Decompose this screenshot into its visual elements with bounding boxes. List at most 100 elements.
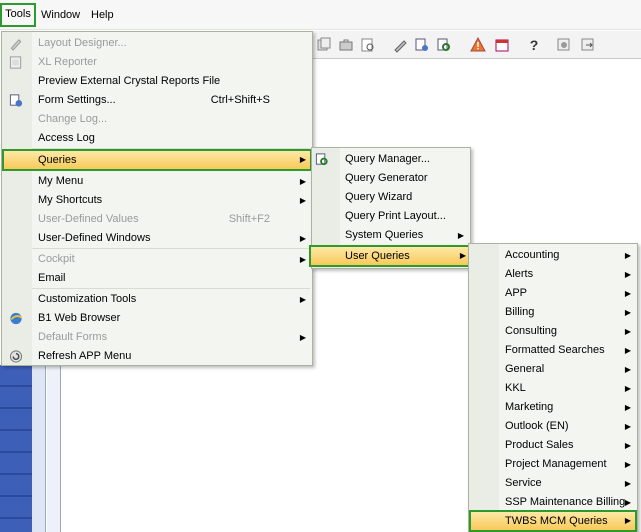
menu-item-form-settings[interactable]: Form Settings... Ctrl+Shift+S (2, 91, 312, 110)
menu-item-xl-reporter[interactable]: XL Reporter (2, 53, 312, 72)
submenu-arrow-icon: ▶ (299, 295, 306, 304)
menu-item-customization-tools[interactable]: Customization Tools ▶ (2, 290, 312, 309)
submenu-arrow-icon: ▶ (459, 251, 466, 260)
submenu-arrow-icon: ▶ (624, 460, 631, 469)
menu-item-layout-designer[interactable]: Layout Designer... (2, 34, 312, 53)
menu-item-label: Project Management (505, 458, 607, 470)
menu-item-project-management[interactable]: Project Management ▶ (469, 455, 637, 474)
menu-item-user-queries[interactable]: User Queries ▶ (309, 245, 472, 267)
menu-item-app[interactable]: APP ▶ (469, 284, 637, 303)
menu-item-label: Query Generator (345, 172, 428, 184)
menu-item-query-generator[interactable]: Query Generator (312, 169, 470, 188)
menu-item-my-shortcuts[interactable]: My Shortcuts ▶ (2, 191, 312, 210)
menu-item-user-defined-windows[interactable]: User-Defined Windows ▶ (2, 229, 312, 248)
menu-item-billing[interactable]: Billing ▶ (469, 303, 637, 322)
menu-separator (32, 248, 310, 249)
submenu-arrow-icon: ▶ (624, 327, 631, 336)
menu-item-twbs-mcm-queries[interactable]: TWBS MCM Queries ▶ (469, 510, 637, 532)
menu-item-accounting[interactable]: Accounting ▶ (469, 246, 637, 265)
menu-item-queries[interactable]: Queries ▶ (2, 149, 312, 171)
submenu-arrow-icon: ▶ (624, 384, 631, 393)
menu-item-refresh-app-menu[interactable]: Refresh APP Menu (2, 347, 312, 366)
menu-item-label: Outlook (EN) (505, 420, 569, 432)
menu-item-label: Service (505, 477, 542, 489)
menu-item-alerts[interactable]: Alerts ▶ (469, 265, 637, 284)
export-icon[interactable] (580, 37, 596, 53)
menu-item-consulting[interactable]: Consulting ▶ (469, 322, 637, 341)
copy-icon[interactable] (316, 37, 332, 53)
menu-item-default-forms[interactable]: Default Forms ▶ (2, 328, 312, 347)
menu-item-label: Billing (505, 306, 535, 318)
submenu-arrow-icon: ▶ (299, 196, 306, 205)
briefcase-icon[interactable] (338, 37, 354, 53)
calendar-icon[interactable] (494, 37, 510, 53)
menu-item-query-wizard[interactable]: Query Wizard (312, 188, 470, 207)
menu-item-label: System Queries (345, 229, 424, 241)
menu-item-email[interactable]: Email (2, 269, 312, 288)
menu-tools[interactable]: Tools (0, 3, 36, 27)
menu-item-label: User Queries (345, 250, 410, 262)
menu-item-label: Layout Designer... (38, 37, 127, 49)
menu-item-user-defined-values[interactable]: User-Defined Values Shift+F2 (2, 210, 312, 229)
submenu-arrow-icon: ▶ (624, 516, 631, 525)
menu-item-label: Query Wizard (345, 191, 413, 203)
menu-item-my-menu[interactable]: My Menu ▶ (2, 172, 312, 191)
menu-item-label: Change Log... (38, 113, 108, 125)
menu-item-label: Alerts (505, 268, 534, 280)
menu-item-label: Formatted Searches (505, 344, 605, 356)
submenu-arrow-icon: ▶ (624, 365, 631, 374)
menu-item-shortcut: Ctrl+Shift+S (210, 94, 270, 106)
submenu-arrow-icon: ▶ (624, 346, 631, 355)
form-settings-icon (9, 94, 23, 107)
menu-item-label: Access Log (38, 132, 95, 144)
side-panel-divider (47, 365, 61, 532)
menu-item-label: Refresh APP Menu (38, 350, 132, 362)
menu-item-label: KKL (505, 382, 526, 394)
menu-item-outlook-en[interactable]: Outlook (EN) ▶ (469, 417, 637, 436)
pen-icon[interactable] (392, 37, 408, 53)
browser-icon (10, 312, 23, 325)
menu-item-label: Marketing (505, 401, 554, 413)
menu-item-kkl[interactable]: KKL ▶ (469, 379, 637, 398)
menu-item-preview-crystal[interactable]: Preview External Crystal Reports File (2, 72, 312, 91)
refresh-icon (9, 350, 23, 363)
query-icon[interactable] (436, 37, 452, 53)
settings-icon[interactable] (556, 37, 572, 53)
pencil-icon (10, 39, 22, 51)
menu-item-query-manager[interactable]: Query Manager... (312, 150, 470, 169)
menu-item-query-print-layout[interactable]: Query Print Layout... (312, 207, 470, 226)
submenu-arrow-icon: ▶ (457, 231, 464, 240)
menu-item-service[interactable]: Service ▶ (469, 474, 637, 493)
help-icon[interactable]: ? (526, 37, 542, 53)
menu-item-system-queries[interactable]: System Queries ▶ (312, 226, 470, 245)
menu-window[interactable]: Window (38, 4, 83, 26)
submenu-arrow-icon: ▶ (299, 155, 306, 164)
menu-item-label: Preview External Crystal Reports File (38, 75, 221, 87)
menu-item-label: User-Defined Values (38, 213, 139, 225)
menu-item-label: My Menu (38, 175, 84, 187)
menu-item-general[interactable]: General ▶ (469, 360, 637, 379)
user-queries-menu: Accounting ▶ Alerts ▶ APP ▶ Billing ▶ Consul… (468, 243, 638, 532)
menu-item-label: Query Print Layout... (345, 210, 446, 222)
form-settings-icon[interactable] (414, 37, 430, 53)
menu-help[interactable]: Help (88, 4, 117, 26)
queries-menu: Query Manager... Query Generator Query W… (309, 147, 472, 269)
menu-item-marketing[interactable]: Marketing ▶ (469, 398, 637, 417)
menu-item-product-sales[interactable]: Product Sales ▶ (469, 436, 637, 455)
menu-item-label: B1 Web Browser (38, 312, 121, 324)
menu-bar: Tools Window Help (0, 0, 641, 30)
menu-item-access-log[interactable]: Access Log (2, 129, 312, 148)
menu-item-label: General (505, 363, 545, 375)
menu-item-label: My Shortcuts (38, 194, 103, 206)
menu-item-cockpit[interactable]: Cockpit ▶ (2, 250, 312, 269)
menu-item-b1-web-browser[interactable]: B1 Web Browser (2, 309, 312, 328)
menu-separator (32, 288, 310, 289)
menu-item-label: Email (38, 272, 66, 284)
warning-icon[interactable] (470, 37, 486, 53)
menu-item-shortcut: Shift+F2 (228, 213, 270, 225)
menu-item-formatted-searches[interactable]: Formatted Searches ▶ (469, 341, 637, 360)
submenu-arrow-icon: ▶ (299, 177, 306, 186)
print-preview-icon[interactable] (360, 37, 376, 53)
menu-item-change-log[interactable]: Change Log... (2, 110, 312, 129)
submenu-arrow-icon: ▶ (624, 270, 631, 279)
